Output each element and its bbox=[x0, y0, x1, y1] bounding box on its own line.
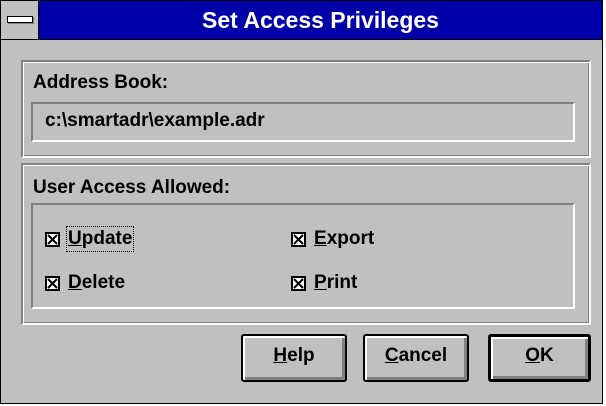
print-label: Print bbox=[314, 272, 358, 293]
address-book-group: Address Book: c:\smartadr\example.adr bbox=[21, 60, 591, 158]
system-menu-button[interactable] bbox=[1, 1, 39, 39]
update-label: Update bbox=[65, 226, 135, 252]
ok-button[interactable]: OK bbox=[488, 334, 591, 382]
print-checkbox[interactable] bbox=[291, 275, 306, 291]
cancel-button[interactable]: Cancel bbox=[363, 334, 469, 382]
check-x-icon bbox=[293, 233, 304, 245]
dialog-window: Set Access Privileges Address Book: c:\s… bbox=[0, 0, 603, 404]
address-book-path: c:\smartadr\example.adr bbox=[31, 102, 575, 142]
user-access-options-box: Update Delete Export Print bbox=[31, 203, 575, 309]
check-x-icon bbox=[293, 277, 304, 289]
user-access-group: User Access Allowed: Update Delete Expor… bbox=[21, 163, 591, 325]
address-book-label: Address Book: bbox=[33, 72, 169, 93]
system-menu-icon bbox=[7, 16, 33, 23]
export-label: Export bbox=[314, 228, 375, 249]
window-title: Set Access Privileges bbox=[202, 7, 439, 33]
user-access-label: User Access Allowed: bbox=[33, 177, 231, 198]
delete-checkbox[interactable] bbox=[45, 275, 60, 291]
delete-checkbox-item[interactable]: Delete bbox=[45, 271, 125, 295]
export-checkbox[interactable] bbox=[291, 231, 306, 247]
export-checkbox-item[interactable]: Export bbox=[291, 227, 374, 251]
delete-label: Delete bbox=[68, 272, 126, 293]
update-checkbox[interactable] bbox=[45, 231, 60, 247]
print-checkbox-item[interactable]: Print bbox=[291, 271, 357, 295]
title-bar[interactable]: Set Access Privileges bbox=[1, 1, 602, 40]
update-checkbox-item[interactable]: Update bbox=[45, 226, 135, 252]
check-x-icon bbox=[47, 233, 58, 245]
check-x-icon bbox=[47, 277, 58, 289]
help-button[interactable]: Help bbox=[241, 334, 347, 382]
